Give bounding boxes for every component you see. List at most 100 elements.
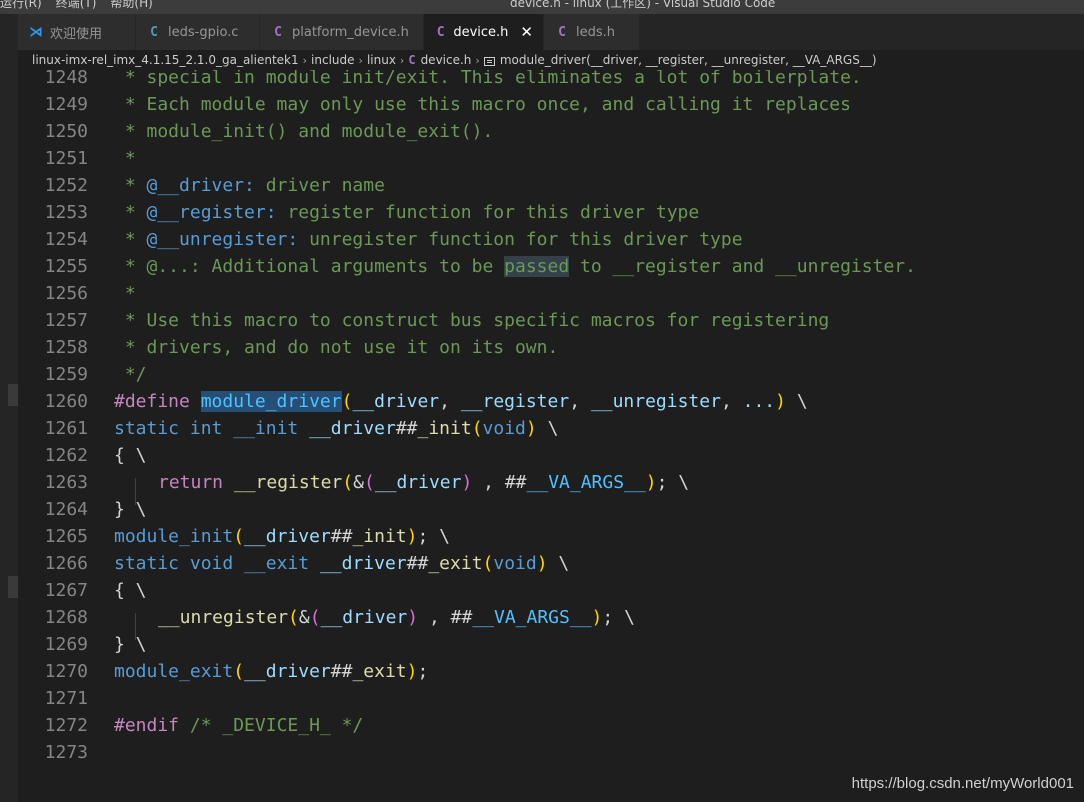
macro: __VA_ARGS__: [472, 607, 592, 628]
code-line: 1255 * @...: Additional arguments to be …: [18, 253, 1084, 280]
code-line: 1249 * Each module may only use this mac…: [18, 91, 1084, 118]
comment-text: * special in module init/exit. This elim…: [114, 70, 862, 88]
code-line: 1261 static int __init __driver##_init(vo…: [18, 415, 1084, 442]
brace: }: [114, 499, 125, 520]
code-editor[interactable]: 1248 * special in module init/exit. This…: [18, 70, 1084, 802]
code-line: 1259 */: [18, 361, 1084, 388]
token-paste: ##: [330, 661, 353, 682]
param: __driver: [244, 661, 331, 682]
bracket: ): [406, 526, 418, 547]
line-number: 1255: [44, 256, 88, 277]
activity-marker: [8, 384, 18, 406]
keyword: __exit: [244, 553, 310, 574]
comment-text: to __register and __unregister.: [569, 256, 916, 277]
keyword: void: [493, 553, 537, 574]
menu-help[interactable]: 帮助(H): [110, 0, 152, 10]
line-number: 1260: [44, 391, 88, 412]
code-line: 1273: [18, 739, 1084, 766]
keyword: void: [189, 553, 234, 574]
code-line: 1264} \: [18, 496, 1084, 523]
tab-welcome[interactable]: ⋊ 欢迎使用: [18, 14, 136, 50]
brace: }: [114, 634, 125, 655]
bracket: ): [407, 607, 419, 628]
line-number: 1250: [44, 121, 88, 142]
comment-text: * Use this macro to construct bus specif…: [114, 310, 830, 331]
tab-label: platform_device.h: [292, 24, 409, 40]
c-header-icon: C: [274, 24, 282, 40]
tab-device-h[interactable]: C device.h ✕: [424, 14, 544, 50]
param: __unregister: [590, 391, 721, 412]
punct: ;: [602, 607, 614, 628]
menu-terminal[interactable]: 终端(T): [56, 0, 97, 10]
punct: \: [124, 445, 147, 466]
line-number: 1262: [44, 445, 88, 466]
menu-run[interactable]: 运行(R): [0, 0, 42, 10]
line-number: 1266: [44, 553, 88, 574]
code-line: 1248 * special in module init/exit. This…: [18, 70, 1084, 91]
code-line: 1269} \: [18, 631, 1084, 658]
line-number: 1253: [44, 202, 88, 223]
line-number: 1263: [44, 472, 88, 493]
token-paste: ##: [450, 607, 473, 628]
line-number: 1248: [44, 70, 88, 88]
code-line: 1267 { \: [18, 577, 1084, 604]
bracket: (: [471, 418, 483, 439]
breadcrumb-folder-include[interactable]: include: [311, 53, 354, 67]
param: __driver: [374, 472, 462, 493]
bracket: (: [482, 553, 494, 574]
bracket: (: [363, 472, 375, 493]
comment-text: * @...: Additional arguments to be: [114, 256, 505, 277]
comment-text: *: [114, 283, 136, 304]
breadcrumb-folder-linux[interactable]: linux: [367, 53, 396, 67]
punct: ,: [569, 391, 591, 412]
code-line: 1271: [18, 685, 1084, 712]
c-header-icon: C: [436, 24, 445, 40]
punct: \: [667, 472, 690, 493]
bracket: (: [233, 526, 245, 547]
breadcrumb-file[interactable]: device.h: [421, 53, 472, 67]
chevron-right-icon: ›: [475, 53, 480, 67]
comment-text: *: [114, 148, 136, 169]
macro-call: module_init: [114, 526, 234, 547]
punct: ;: [417, 526, 429, 547]
tab-platform-device-h[interactable]: C platform_device.h: [260, 14, 424, 50]
param: __driver: [320, 607, 408, 628]
tab-label: leds.h: [576, 24, 616, 40]
comment-text: * module_init() and module_exit().: [114, 121, 494, 142]
doc-tag: @__unregister:: [146, 229, 299, 250]
code-line: 1263 return __register(&(__driver) , ##__…: [18, 469, 1084, 496]
activity-marker: [8, 576, 18, 598]
c-file-icon: C: [150, 24, 158, 40]
code-line: 1268 __unregister(&(__driver) , ##__VA_AR…: [18, 604, 1084, 631]
line-number: 1254: [44, 229, 88, 250]
tab-leds-h[interactable]: C leds.h: [544, 14, 640, 50]
c-header-icon: C: [408, 53, 416, 67]
param: __driver: [352, 391, 440, 412]
keyword: int: [189, 418, 223, 439]
macro: __VA_ARGS__: [526, 472, 646, 493]
close-icon[interactable]: ✕: [520, 23, 533, 41]
breadcrumb-symbol[interactable]: module_driver(__driver, __register, __un…: [500, 53, 877, 67]
comment-text: *: [114, 202, 147, 223]
punct: \: [428, 526, 451, 547]
punct: \: [124, 634, 147, 655]
function-name: __register: [233, 472, 343, 493]
param: __driver: [319, 553, 407, 574]
chevron-right-icon: ›: [399, 53, 405, 67]
keyword: static: [114, 418, 180, 439]
tab-leds-gpio-c[interactable]: C leds-gpio.c: [136, 14, 260, 50]
word-highlight: passed: [504, 256, 570, 277]
tab-label: leds-gpio.c: [168, 24, 239, 40]
bracket: (: [309, 607, 321, 628]
punct: \: [124, 580, 147, 601]
vscode-icon: ⋊: [29, 24, 43, 40]
macro-symbol-icon: [483, 56, 495, 66]
breadcrumb-folder-root[interactable]: linux-imx-rel_imx_4.1.15_2.1.0_ga_alient…: [32, 53, 299, 67]
code-line: 1258 * drivers, and do not use it on its…: [18, 334, 1084, 361]
code-line: 1266 static void __exit __driver##_exit(v…: [18, 550, 1084, 577]
